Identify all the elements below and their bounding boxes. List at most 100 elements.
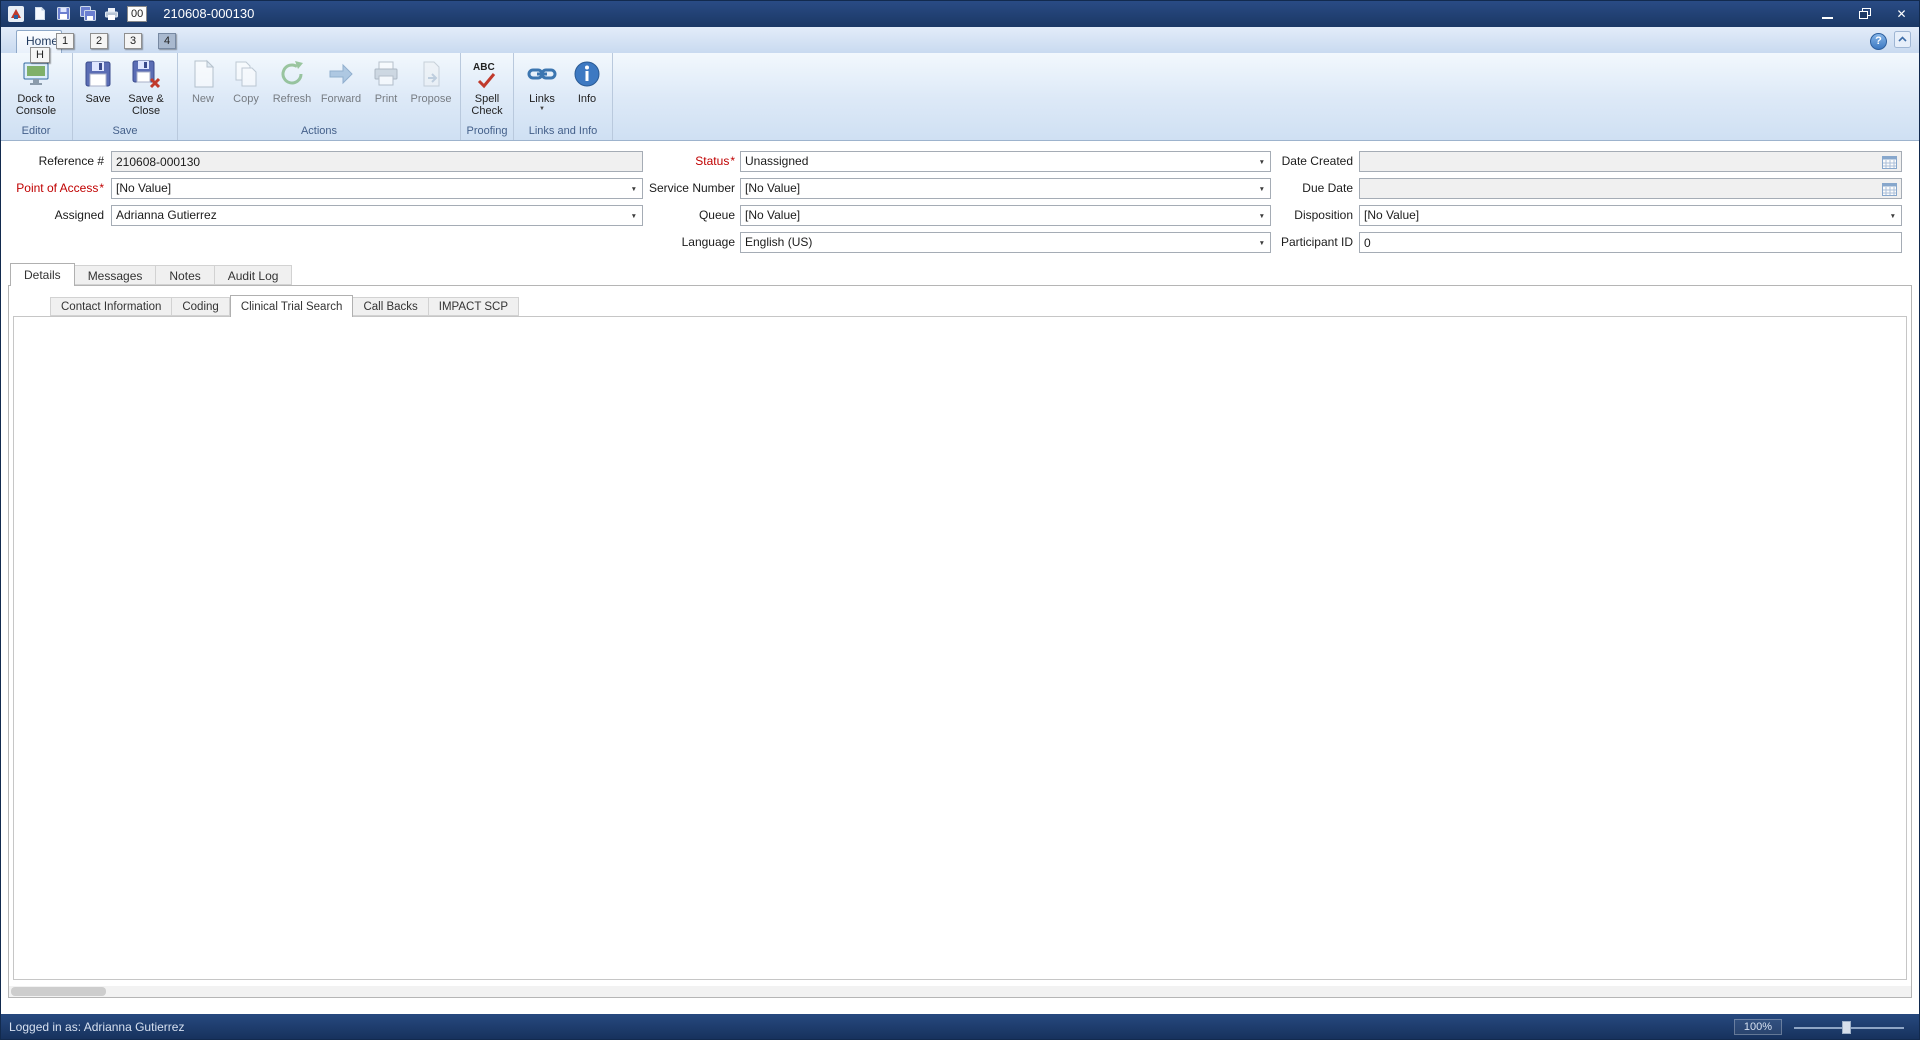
date-created-field[interactable] [1359, 151, 1902, 172]
minimize-button[interactable] [1809, 0, 1846, 27]
quick-access-toolbar: 00 [0, 5, 147, 22]
titlebar: 00 210608-000130 ✕ [0, 0, 1920, 27]
forward-icon [325, 58, 357, 90]
info-button[interactable]: Info [566, 54, 608, 124]
point-of-access-value: [No Value] [116, 179, 171, 198]
qat-save-button[interactable] [55, 5, 72, 22]
close-icon: ✕ [1896, 7, 1906, 21]
print-button[interactable]: Print [366, 54, 406, 124]
tab-details[interactable]: Details [10, 263, 75, 286]
queue-label: Queue [560, 205, 735, 226]
queue-value: [No Value] [745, 206, 800, 225]
keytip-4: 4 [158, 33, 176, 49]
ribbon-group-links-info: Links ▼ Info Links and Info [514, 53, 613, 140]
ribbon-group-editor: Dock to Console Editor [0, 53, 73, 140]
subtab-contact-information[interactable]: Contact Information [50, 297, 172, 316]
ribbon-group-actions: New Copy Refresh [178, 53, 461, 140]
window-controls: ✕ [1809, 0, 1920, 27]
disposition-label: Disposition [1180, 205, 1353, 226]
reference-label: Reference # [0, 151, 104, 172]
point-of-access-label: Point of Access* [0, 178, 104, 199]
button-label: Propose [411, 93, 452, 105]
application-window: 00 210608-000130 ✕ Home 1 2 3 4 H ? [0, 0, 1920, 1040]
button-label: New [192, 93, 214, 105]
calendar-icon[interactable] [1880, 154, 1899, 170]
button-label: Print [375, 93, 398, 105]
subtab-impact-scp[interactable]: IMPACT SCP [429, 297, 519, 316]
close-button[interactable]: ✕ [1883, 0, 1920, 27]
ribbon-tab-row: Home 1 2 3 4 H ? [0, 27, 1920, 53]
group-label-proofing: Proofing [465, 124, 509, 140]
calendar-icon[interactable] [1880, 181, 1899, 197]
save-button[interactable]: Save [77, 54, 119, 124]
propose-button[interactable]: Propose [406, 54, 456, 124]
due-date-field[interactable] [1359, 178, 1902, 199]
tab-messages[interactable]: Messages [75, 265, 157, 285]
spell-check-button[interactable]: ABC Spell Check [465, 54, 509, 124]
qat-new-button[interactable] [31, 5, 48, 22]
maximize-button[interactable] [1846, 0, 1883, 27]
help-button[interactable]: ? [1870, 33, 1887, 50]
ribbon-pin-button[interactable] [1894, 31, 1911, 51]
status-value: Unassigned [745, 152, 808, 171]
button-label: Info [578, 93, 596, 105]
tab-notes[interactable]: Notes [156, 265, 214, 285]
disposition-value: [No Value] [1364, 206, 1419, 225]
refresh-button[interactable]: Refresh [268, 54, 316, 124]
subtab-coding[interactable]: Coding [172, 297, 229, 316]
statusbar: Logged in as: Adrianna Gutierrez 100% [0, 1014, 1920, 1040]
language-value: English (US) [745, 233, 812, 252]
horizontal-scrollbar[interactable] [9, 986, 1911, 997]
info-icon [571, 58, 603, 90]
print-icon [370, 58, 402, 90]
new-button[interactable]: New [182, 54, 224, 124]
ribbon-pin-icon [1894, 31, 1911, 48]
button-label: Forward [321, 93, 361, 105]
button-label: Dock to Console [6, 93, 66, 118]
qat-save-all-button[interactable] [79, 5, 96, 22]
svg-text:ABC: ABC [473, 62, 495, 73]
zoom-slider[interactable] [1794, 1020, 1904, 1035]
keytip-1: 1 [56, 33, 74, 49]
copy-button[interactable]: Copy [224, 54, 268, 124]
links-button[interactable]: Links ▼ [518, 54, 566, 124]
language-label: Language [560, 232, 735, 253]
button-label: Refresh [273, 93, 312, 105]
links-icon [526, 58, 558, 90]
disposition-dropdown[interactable]: [No Value]▼ [1359, 205, 1902, 226]
clinical-trial-search-panel [13, 316, 1907, 980]
app-icon[interactable] [7, 5, 24, 22]
qat-print-button[interactable] [103, 5, 120, 22]
ribbon-group-proofing: ABC Spell Check Proofing [461, 53, 514, 140]
zoom-thumb[interactable] [1842, 1021, 1851, 1034]
qat-badge: 00 [127, 6, 147, 22]
save-close-icon [130, 58, 162, 90]
due-date-label: Due Date [1180, 178, 1353, 199]
button-label: Copy [233, 93, 259, 105]
tab-audit-log[interactable]: Audit Log [215, 265, 293, 285]
propose-icon [415, 58, 447, 90]
group-label-save: Save [77, 124, 173, 140]
participant-id-input[interactable] [1359, 232, 1902, 253]
ribbon-group-save: Save Save & Close Save [73, 53, 178, 140]
subtab-call-backs[interactable]: Call Backs [353, 297, 428, 316]
dock-to-console-button[interactable]: Dock to Console [4, 54, 68, 124]
keytip-3: 3 [124, 33, 142, 49]
assigned-value: Adrianna Gutierrez [116, 206, 217, 225]
copy-icon [230, 58, 262, 90]
save-close-button[interactable]: Save & Close [119, 54, 173, 124]
minimize-icon [1822, 17, 1833, 19]
forward-button[interactable]: Forward [316, 54, 366, 124]
help-icon: ? [1875, 35, 1882, 47]
assigned-label: Assigned [0, 205, 104, 226]
status-label: Status* [560, 151, 735, 172]
window-title: 210608-000130 [163, 6, 254, 21]
details-subtabs: Contact Information Coding Clinical Tria… [50, 295, 519, 316]
button-label: Save [85, 93, 110, 105]
subtab-clinical-trial-search[interactable]: Clinical Trial Search [230, 295, 354, 317]
hscroll-thumb[interactable] [11, 987, 106, 996]
zoom-level: 100% [1734, 1019, 1782, 1035]
ribbon: Dock to Console Editor Save Save & Close [0, 53, 1920, 141]
group-label-links-info: Links and Info [518, 124, 608, 140]
record-tabs: Details Messages Notes Audit Log [10, 263, 292, 285]
